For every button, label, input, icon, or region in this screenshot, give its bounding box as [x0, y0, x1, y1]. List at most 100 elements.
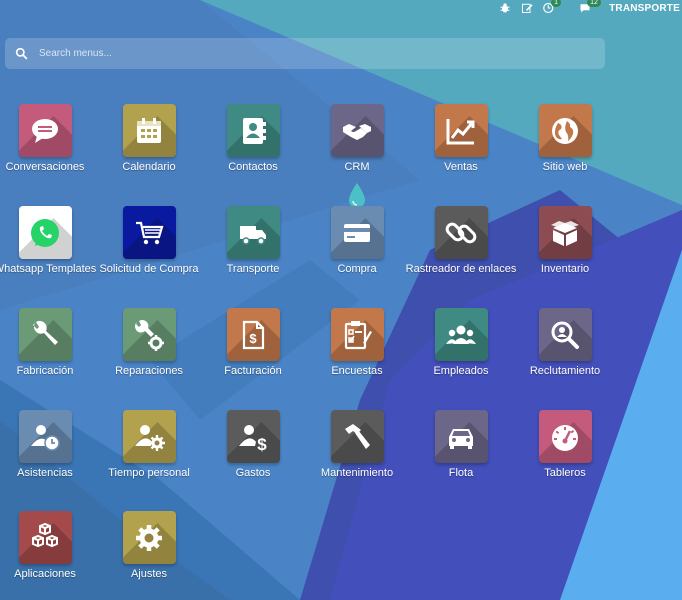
app-label: Tiempo personal — [108, 467, 190, 479]
user-dollar-icon: $ — [239, 424, 267, 453]
app-asistencias[interactable]: Asistencias — [0, 410, 97, 479]
app-label: Calendario — [122, 161, 176, 173]
app-label: Mantenimiento — [320, 467, 394, 479]
app-label: Inventario — [540, 263, 590, 275]
messages-menu[interactable]: 12 — [579, 0, 601, 16]
app-icon-tile — [434, 104, 488, 157]
app-rastreador-de-enlaces[interactable]: Rastreador de enlaces — [406, 206, 516, 275]
app-flota[interactable]: Flota — [409, 410, 513, 479]
app-label: Transporte — [226, 263, 280, 275]
app-label: Ventas — [444, 161, 478, 173]
app-icon-tile — [330, 104, 384, 157]
magnifier-user-icon — [551, 321, 579, 349]
app-label: Aplicaciones — [14, 568, 76, 580]
app-label: Conversaciones — [5, 161, 85, 173]
app-icon-tile — [122, 206, 176, 259]
app-crm[interactable]: CRM — [305, 104, 409, 173]
app-mantenimiento[interactable]: Mantenimiento — [305, 410, 409, 479]
app-icon-tile — [18, 308, 72, 361]
wrench-icon — [33, 320, 58, 345]
truck-icon — [240, 225, 266, 245]
svg-text:$: $ — [257, 435, 267, 453]
app-label: Ajustes — [130, 568, 168, 580]
app-icon-tile — [538, 308, 592, 361]
background-shapes — [0, 0, 682, 600]
globe-icon — [552, 117, 578, 144]
debug-menu[interactable] — [499, 0, 511, 16]
app-gastos[interactable]: $ Gastos — [201, 410, 305, 479]
app-label: Whatsapp Templates — [0, 263, 97, 275]
app-label: Fabricación — [16, 365, 74, 377]
app-label: Rastreador de enlaces — [405, 263, 517, 275]
app-ventas[interactable]: Ventas — [409, 104, 513, 173]
app-icon-tile: $ — [226, 308, 280, 361]
invoice-icon: $ — [242, 320, 265, 349]
app-icon-tile — [330, 410, 384, 463]
app-ajustes[interactable]: Ajustes — [97, 511, 201, 580]
app-aplicaciones[interactable]: Aplicaciones — [0, 511, 97, 580]
company-switcher[interactable]: TRANSPORTE — [609, 3, 680, 14]
app-reclutamiento[interactable]: Reclutamiento — [513, 308, 617, 377]
search-input[interactable] — [37, 47, 581, 60]
hammer-icon — [345, 423, 370, 449]
gauge-icon — [552, 424, 578, 451]
top-navbar: 1 12 TRANSPORTE — [499, 0, 682, 16]
app-label: Empleados — [433, 365, 489, 377]
app-label: Flota — [448, 467, 474, 479]
app-label: Reclutamiento — [529, 365, 601, 377]
app-label: Gastos — [235, 467, 271, 479]
app-icon-tile — [330, 206, 384, 259]
app-facturacion[interactable]: $ Facturación — [201, 308, 305, 377]
wrench-gear-icon — [134, 319, 164, 351]
app-transporte[interactable]: Transporte — [201, 206, 305, 275]
app-label: CRM — [344, 161, 370, 173]
app-conversaciones[interactable]: Conversaciones — [0, 104, 97, 173]
app-inventario[interactable]: Inventario — [513, 206, 617, 275]
app-tiempo-personal[interactable]: Tiempo personal — [97, 410, 201, 479]
app-whatsapp-templates[interactable]: Whatsapp Templates — [0, 206, 97, 275]
app-solicitud-de-compra[interactable]: Solicitud de Compra — [97, 206, 201, 275]
app-icon-tile — [122, 511, 176, 564]
gear-icon — [136, 524, 162, 551]
app-fabricacion[interactable]: Fabricación — [0, 308, 97, 377]
user-gear-icon — [135, 424, 165, 451]
app-encuestas[interactable]: Encuestas — [305, 308, 409, 377]
app-icon-tile — [538, 104, 592, 157]
app-compra[interactable]: Compra — [305, 206, 409, 275]
edit-icon — [522, 3, 533, 13]
cubes-icon — [32, 522, 58, 547]
app-icon-tile — [330, 308, 384, 361]
whatsapp-icon — [31, 218, 59, 247]
credit-card-icon — [344, 223, 370, 242]
app-empleados[interactable]: Empleados — [409, 308, 513, 377]
handshake-icon — [343, 123, 371, 140]
search-bar — [5, 38, 605, 69]
people-icon — [446, 325, 476, 344]
calendar-icon — [137, 117, 161, 143]
activities-menu[interactable]: 1 — [543, 0, 561, 16]
app-icon-tile — [122, 308, 176, 361]
app-icon-tile — [18, 410, 72, 463]
app-tableros[interactable]: Tableros — [513, 410, 617, 479]
app-label: Compra — [337, 263, 377, 275]
app-label: Asistencias — [17, 467, 73, 479]
app-icon-tile — [434, 308, 488, 361]
app-calendario[interactable]: Calendario — [97, 104, 201, 173]
messages-count-badge: 12 — [587, 0, 601, 7]
app-icon-tile — [18, 511, 72, 564]
app-icon-tile — [122, 410, 176, 463]
edit-menu[interactable] — [521, 0, 533, 16]
bug-icon — [500, 3, 510, 13]
app-icon-tile — [538, 206, 592, 259]
box-icon — [551, 220, 579, 246]
link-icon — [445, 222, 477, 243]
sales-chart-icon — [446, 118, 475, 144]
activities-count-badge: 1 — [551, 0, 561, 7]
app-icon-tile — [226, 104, 280, 157]
car-icon — [449, 428, 473, 449]
app-contactos[interactable]: Contactos — [201, 104, 305, 173]
app-sitio-web[interactable]: Sitio web — [513, 104, 617, 173]
app-icon-tile — [18, 206, 72, 259]
address-book-icon — [243, 117, 266, 144]
app-reparaciones[interactable]: Reparaciones — [97, 308, 201, 377]
